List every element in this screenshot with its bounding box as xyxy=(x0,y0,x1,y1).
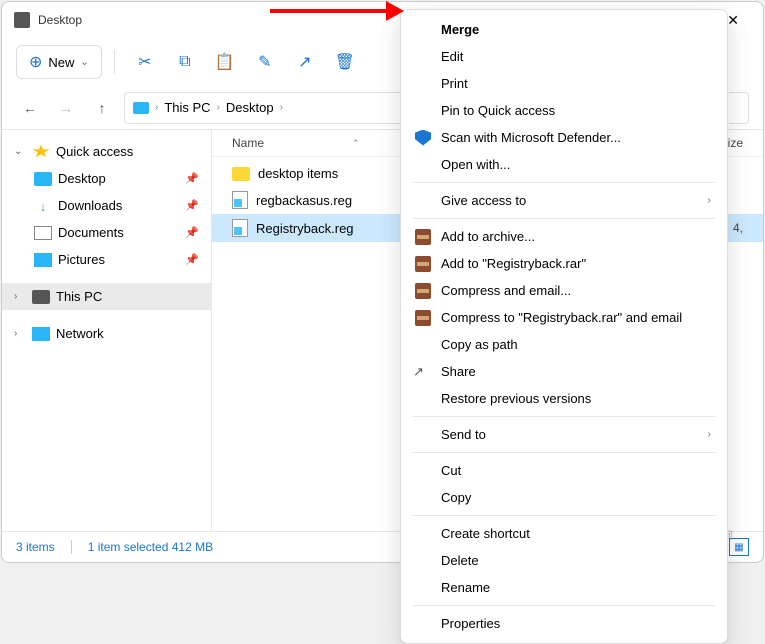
chevron-right-icon: › xyxy=(708,429,711,440)
sidebar-item-downloads[interactable]: ↓ Downloads 📌 xyxy=(2,192,211,219)
separator xyxy=(413,182,715,183)
delete-icon[interactable]: 🗑 xyxy=(327,44,363,80)
breadcrumb-root[interactable]: This PC xyxy=(164,100,210,115)
app-icon xyxy=(14,12,30,28)
sidebar-item-pictures[interactable]: Pictures 📌 xyxy=(2,246,211,273)
separator xyxy=(413,218,715,219)
ctx-cut[interactable]: Cut xyxy=(401,457,727,484)
ctx-create-shortcut[interactable]: Create shortcut xyxy=(401,520,727,547)
share-icon: ↗ xyxy=(413,364,429,380)
paste-icon[interactable]: 📋 xyxy=(207,44,243,80)
separator xyxy=(114,50,115,74)
chevron-right-icon: › xyxy=(708,195,711,206)
annotation-arrow xyxy=(270,9,390,13)
sidebar: ⌄ Quick access Desktop 📌 ↓ Downloads 📌 D… xyxy=(2,130,212,531)
pictures-icon xyxy=(34,253,52,267)
file-name: desktop items xyxy=(258,166,338,181)
copy-icon[interactable]: ⧉ xyxy=(167,44,203,80)
sidebar-network[interactable]: › Network xyxy=(2,320,211,347)
ctx-compress-to[interactable]: Compress to "Registryback.rar" and email xyxy=(401,304,727,331)
chevron-right-icon: › xyxy=(280,102,283,113)
reg-file-icon xyxy=(232,191,248,209)
ctx-delete[interactable]: Delete xyxy=(401,547,727,574)
ctx-copy[interactable]: Copy xyxy=(401,484,727,511)
chevron-right-icon: › xyxy=(14,291,26,302)
pin-icon: 📌 xyxy=(185,199,199,212)
pc-icon xyxy=(133,102,149,114)
ctx-open-with[interactable]: Open with... xyxy=(401,151,727,178)
sidebar-item-desktop[interactable]: Desktop 📌 xyxy=(2,165,211,192)
download-icon: ↓ xyxy=(34,199,52,213)
network-label: Network xyxy=(56,326,104,341)
folder-icon xyxy=(232,167,250,181)
search-input[interactable] xyxy=(729,92,749,124)
share-icon[interactable]: ↗ xyxy=(287,44,323,80)
sidebar-item-label: Desktop xyxy=(58,171,106,186)
ctx-rename[interactable]: Rename xyxy=(401,574,727,601)
document-icon xyxy=(34,226,52,240)
plus-icon: ⊕ xyxy=(29,52,42,72)
up-button[interactable]: ↑ xyxy=(88,94,116,122)
ctx-edit[interactable]: Edit xyxy=(401,43,727,70)
separator xyxy=(413,605,715,606)
pin-icon: 📌 xyxy=(185,172,199,185)
separator xyxy=(413,416,715,417)
ctx-merge[interactable]: Merge xyxy=(401,16,727,43)
ctx-add-rar[interactable]: Add to "Registryback.rar" xyxy=(401,250,727,277)
sidebar-item-label: Pictures xyxy=(58,252,105,267)
ctx-add-archive[interactable]: Add to archive... xyxy=(401,223,727,250)
sidebar-item-label: Downloads xyxy=(58,198,122,213)
file-name: regbackasus.reg xyxy=(256,193,352,208)
rename-icon[interactable]: ✎ xyxy=(247,44,283,80)
ctx-share[interactable]: ↗Share xyxy=(401,358,727,385)
sort-indicator-icon: ⌃ xyxy=(352,138,360,149)
quick-access-label: Quick access xyxy=(56,144,133,159)
sidebar-item-documents[interactable]: Documents 📌 xyxy=(2,219,211,246)
window-title: Desktop xyxy=(38,13,82,27)
ctx-compress-email[interactable]: Compress and email... xyxy=(401,277,727,304)
shield-icon xyxy=(415,130,431,146)
context-menu: Merge Edit Print Pin to Quick access Sca… xyxy=(400,9,728,644)
pin-icon: 📌 xyxy=(185,253,199,266)
separator xyxy=(413,515,715,516)
ctx-pin-quick-access[interactable]: Pin to Quick access xyxy=(401,97,727,124)
ctx-restore[interactable]: Restore previous versions xyxy=(401,385,727,412)
ctx-give-access[interactable]: Give access to› xyxy=(401,187,727,214)
desktop-icon xyxy=(34,172,52,186)
separator xyxy=(413,452,715,453)
new-label: New xyxy=(48,55,74,70)
new-button[interactable]: ⊕ New ⌄ xyxy=(16,45,102,79)
chevron-right-icon: › xyxy=(217,102,220,113)
sidebar-item-label: Documents xyxy=(58,225,124,240)
star-icon xyxy=(32,145,50,159)
ctx-copy-path[interactable]: Copy as path xyxy=(401,331,727,358)
breadcrumb-current[interactable]: Desktop xyxy=(226,100,274,115)
network-icon xyxy=(32,327,50,341)
chevron-right-icon: › xyxy=(155,102,158,113)
pin-icon: 📌 xyxy=(185,226,199,239)
archive-icon xyxy=(415,283,431,299)
sidebar-quick-access[interactable]: ⌄ Quick access xyxy=(2,138,211,165)
pc-icon xyxy=(32,290,50,304)
forward-button[interactable]: → xyxy=(52,94,80,122)
ctx-print[interactable]: Print xyxy=(401,70,727,97)
ctx-properties[interactable]: Properties xyxy=(401,610,727,637)
archive-icon xyxy=(415,310,431,326)
back-button[interactable]: ← xyxy=(16,94,44,122)
chevron-down-icon: ⌄ xyxy=(14,146,26,157)
item-count: 3 items xyxy=(16,540,55,554)
sidebar-this-pc[interactable]: › This PC xyxy=(2,283,211,310)
archive-icon xyxy=(415,256,431,272)
cut-icon[interactable]: ✂ xyxy=(127,44,163,80)
selection-info: 1 item selected 412 MB xyxy=(88,540,213,554)
reg-file-icon xyxy=(232,219,248,237)
archive-icon xyxy=(415,229,431,245)
chevron-down-icon: ⌄ xyxy=(80,57,88,68)
ctx-scan-defender[interactable]: Scan with Microsoft Defender... xyxy=(401,124,727,151)
separator xyxy=(71,540,72,554)
file-name: Registryback.reg xyxy=(256,221,354,236)
chevron-right-icon: › xyxy=(14,328,26,339)
ctx-send-to[interactable]: Send to› xyxy=(401,421,727,448)
this-pc-label: This PC xyxy=(56,289,102,304)
